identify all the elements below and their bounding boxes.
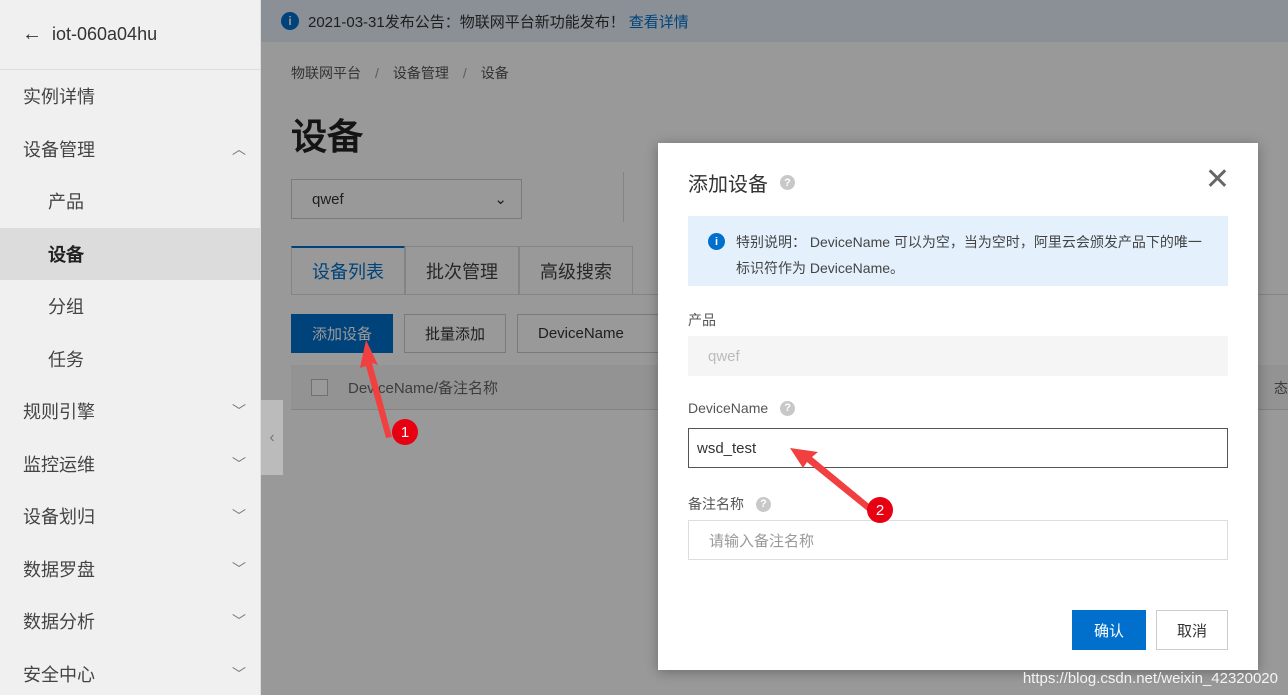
annotation-badge-1: 1 — [392, 419, 418, 445]
annotation-arrows — [0, 0, 1288, 695]
annotation-arrow-2 — [790, 448, 874, 513]
watermark: https://blog.csdn.net/weixin_42320020 — [1023, 670, 1278, 687]
annotation-arrow-1 — [360, 340, 392, 438]
annotation-badge-2: 2 — [867, 497, 893, 523]
